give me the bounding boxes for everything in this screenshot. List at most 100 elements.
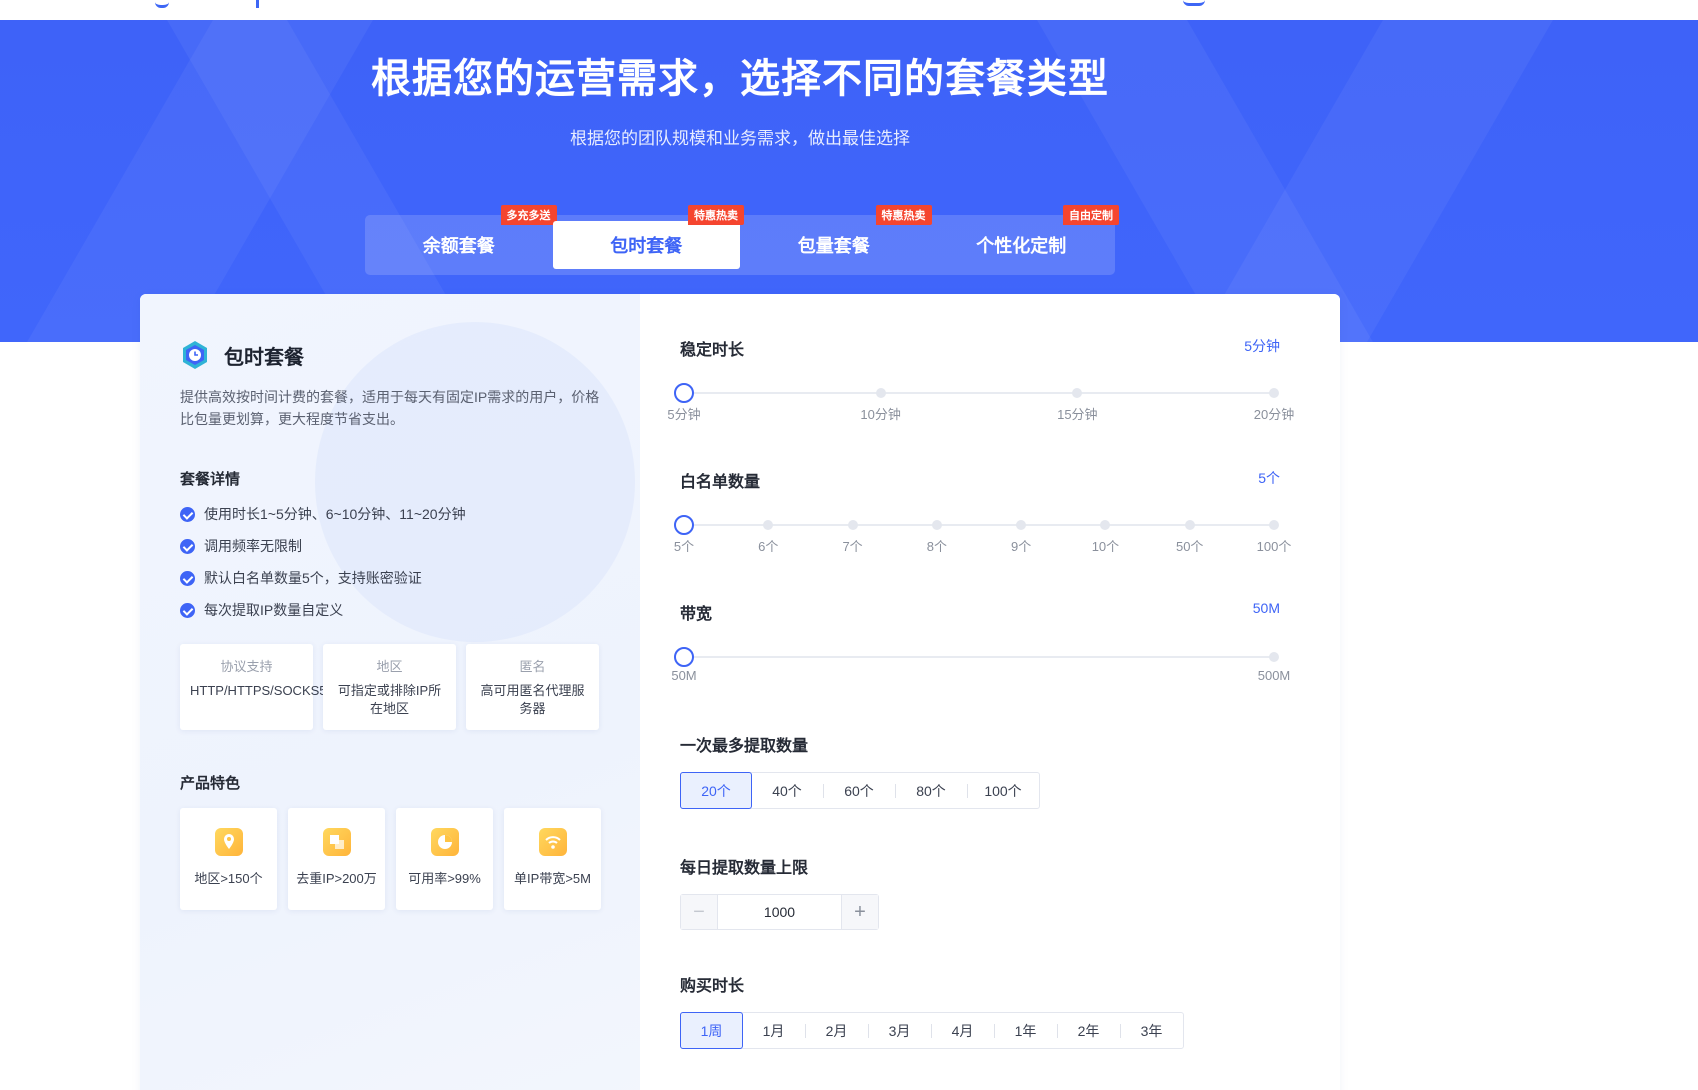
- tab-custom-plan[interactable]: 个性化定制 自由定制: [928, 205, 1119, 269]
- feature-label: 单IP带宽>5M: [514, 871, 591, 886]
- slider-tick-label: 5个: [673, 539, 695, 554]
- info-label: 匿名: [519, 659, 546, 674]
- feature-card: 地区>150个: [180, 808, 277, 910]
- whitelist-slider[interactable]: 5个 6个 7个 8个 9个 10个 50个 100个: [674, 515, 1291, 554]
- bandwidth-slider[interactable]: 50M 500M: [671, 647, 1290, 683]
- slider-stop[interactable]: [847, 520, 858, 530]
- hero-subtitle: 根据您的团队规模和业务需求，做出最佳选择: [570, 129, 910, 148]
- info-box-anonymity: 匿名 高可用匿名代理服务器: [466, 644, 599, 730]
- slider-stop[interactable]: [763, 520, 774, 530]
- decrement-button[interactable]: −: [681, 895, 717, 929]
- slider-tick-label: 15分钟: [1057, 407, 1098, 422]
- tab-label: 包量套餐: [797, 236, 870, 256]
- tab-label: 余额套餐: [422, 236, 495, 256]
- page: 根据您的运营需求，选择不同的套餐类型 根据您的团队规模和业务需求，做出最佳选择 …: [0, 0, 1698, 1090]
- daily-limit-stepper: − 1000 +: [680, 894, 879, 930]
- segment-option[interactable]: 1周: [680, 1012, 743, 1049]
- tab-volume-plan[interactable]: 包量套餐 特惠热卖: [740, 205, 932, 269]
- daily-limit-input[interactable]: 1000: [717, 895, 842, 929]
- list-item: 默认白名单数量5个，支持账密验证: [180, 562, 466, 594]
- slider-tick-label: 50M: [671, 668, 697, 683]
- slider-stop[interactable]: [1100, 520, 1111, 530]
- info-value: 可指定或排除IP所在地区: [337, 683, 442, 716]
- duration-slider[interactable]: 5分钟 10分钟 15分钟 20分钟: [667, 383, 1294, 422]
- check-icon: [180, 570, 195, 586]
- plan-details-list: 使用时长1~5分钟、6~10分钟、11~20分钟 调用频率无限制 默认白名单数量…: [180, 498, 466, 626]
- location-pin-icon: [214, 828, 243, 856]
- slider-stop[interactable]: [931, 520, 942, 530]
- clock-icon: [183, 341, 207, 369]
- nav-divider: [256, 0, 259, 8]
- slider-stop[interactable]: [1016, 520, 1027, 530]
- dedupe-icon: [322, 828, 351, 856]
- segment-option[interactable]: 2月: [805, 1013, 868, 1048]
- check-icon: [180, 602, 195, 618]
- list-item: 调用频率无限制: [180, 530, 466, 562]
- bandwidth-value: 50M: [1252, 600, 1280, 616]
- info-label: 协议支持: [220, 659, 273, 674]
- segment-option[interactable]: 1月: [742, 1013, 805, 1048]
- tab-badge: 特惠热卖: [688, 205, 744, 225]
- feature-label: 地区>150个: [194, 871, 263, 886]
- slider-track[interactable]: [684, 392, 1274, 394]
- plan-description: 提供高效按时间计费的套餐，适用于每天有固定IP需求的用户，价格比包量更划算，更大…: [180, 389, 600, 427]
- segment-option[interactable]: 2年: [1057, 1013, 1120, 1048]
- segment-option[interactable]: 40个: [751, 773, 823, 808]
- max-extract-selector: 20个 40个 60个 80个 100个: [680, 772, 1040, 809]
- purchase-duration-label: 购买时长: [680, 978, 745, 995]
- info-box-protocol: 协议支持 HTTP/HTTPS/SOCKS5: [180, 644, 327, 730]
- segment-option[interactable]: 80个: [895, 773, 967, 808]
- detail-text: 默认白名单数量5个，支持账密验证: [204, 570, 422, 586]
- plan-title: 包时套餐: [224, 341, 316, 373]
- tab-balance-plan[interactable]: 余额套餐 多充多送: [365, 205, 557, 269]
- segment-option[interactable]: 100个: [967, 773, 1039, 808]
- tab-time-plan[interactable]: 包时套餐 特惠热卖: [552, 205, 744, 269]
- slider-track[interactable]: [684, 656, 1274, 658]
- slider-stop[interactable]: [1269, 520, 1279, 530]
- feature-label: 去重IP>200万: [296, 871, 377, 886]
- slider-tick-label: 500M: [1257, 668, 1291, 683]
- increment-button[interactable]: +: [842, 895, 878, 929]
- slider-tick-label: 7个: [842, 539, 863, 554]
- slider-handle[interactable]: [674, 383, 694, 403]
- top-navbar: [0, 0, 1698, 20]
- feature-label: 可用率>99%: [408, 871, 481, 886]
- plan-info-boxes: 协议支持 HTTP/HTTPS/SOCKS5 地区 可指定或排除IP所在地区 匿…: [180, 644, 599, 730]
- tab-badge: 自由定制: [1063, 205, 1119, 225]
- segment-option[interactable]: 1年: [994, 1013, 1057, 1048]
- segment-option[interactable]: 4月: [931, 1013, 994, 1048]
- detail-text: 使用时长1~5分钟、6~10分钟、11~20分钟: [204, 506, 466, 522]
- wifi-icon: [538, 828, 567, 856]
- slider-handle[interactable]: [674, 647, 694, 667]
- logo[interactable]: [155, 2, 169, 8]
- segment-option[interactable]: 20个: [680, 772, 752, 809]
- slider-stop[interactable]: [875, 388, 886, 398]
- slider-stop[interactable]: [1269, 652, 1279, 662]
- slider-tick-label: 10分钟: [860, 407, 901, 422]
- segment-option[interactable]: 3月: [868, 1013, 931, 1048]
- slider-tick-label: 10个: [1091, 539, 1120, 554]
- purchase-duration-selector: 1周 1月 2月 3月 4月 1年 2年 3年: [680, 1012, 1184, 1049]
- tab-label: 个性化定制: [976, 236, 1067, 256]
- slider-tick-label: 9个: [1011, 539, 1032, 554]
- detail-text: 调用频率无限制: [204, 538, 302, 554]
- slider-stop[interactable]: [1269, 388, 1279, 398]
- slider-tick-label: 100个: [1256, 539, 1292, 554]
- slider-stop[interactable]: [1072, 388, 1083, 398]
- list-item: 使用时长1~5分钟、6~10分钟、11~20分钟: [180, 498, 466, 530]
- list-item: 每次提取IP数量自定义: [180, 594, 466, 626]
- user-avatar[interactable]: [1183, 0, 1205, 6]
- duration-value: 5分钟: [1244, 338, 1280, 354]
- info-label: 地区: [376, 659, 403, 674]
- segment-option[interactable]: 3年: [1120, 1013, 1183, 1048]
- tab-badge: 特惠热卖: [875, 205, 932, 225]
- segment-option[interactable]: 60个: [823, 773, 895, 808]
- duration-label: 稳定时长: [680, 342, 745, 359]
- whitelist-label: 白名单数量: [680, 474, 761, 491]
- daily-limit-label: 每日提取数量上限: [680, 860, 809, 877]
- plan-config-panel: 稳定时长 5分钟 5分钟 10分钟 15分钟 20分钟 白名单数量 5个 5个 6个 7个…: [640, 294, 1340, 1090]
- slider-tick-label: 20分钟: [1253, 407, 1295, 422]
- slider-handle[interactable]: [674, 515, 694, 535]
- slider-stop[interactable]: [1184, 520, 1195, 530]
- slider-tick-label: 50个: [1175, 539, 1204, 554]
